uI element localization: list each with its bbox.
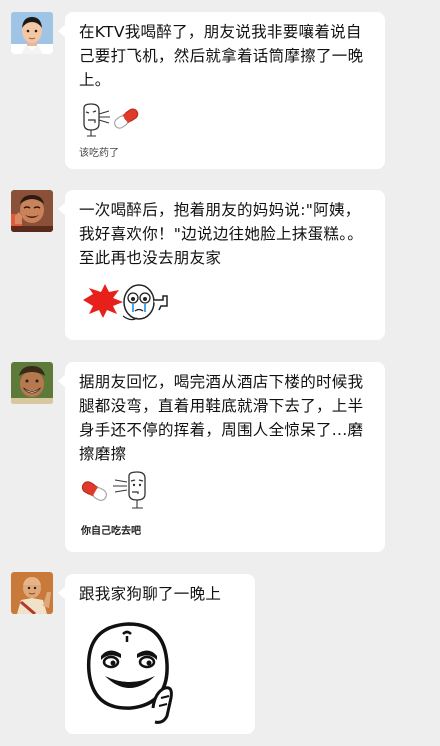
pill-with-face-sticker-icon [81, 471, 146, 509]
sticker-caption: 该吃药了 [79, 148, 119, 159]
message-text: 跟我家狗聊了一晚上 [79, 585, 222, 603]
crying-face-shot-sticker-icon [83, 284, 168, 321]
message-text: 据朋友回忆，喝完酒从酒店下楼的时候我腿都没弯，直着用鞋底就滑下去了，上半身手还不… [79, 373, 364, 463]
message-bubble: 在KTV我喝醉了，朋友说我非要嚷着说自己要打飞机，然后就拿着话筒摩擦了一晚上。 … [58, 12, 385, 169]
laughing-man-avatar-icon[interactable] [11, 190, 53, 232]
grinning-man-avatar-icon[interactable] [11, 362, 53, 404]
message-bubble: 一次喝醉后，抱着朋友的妈妈说:"阿姨，我好喜欢你！"边说边往她脸上抹蛋糕。。至此… [58, 190, 385, 340]
message-text: 在KTV我喝醉了，朋友说我非要嚷着说自己要打飞机，然后就拿着话筒摩擦了一晚上。 [79, 23, 364, 89]
boy-avatar-icon[interactable] [11, 12, 53, 54]
message-bubble: 据朋友回忆，喝完酒从酒店下楼的时候我腿都没弯，直着用鞋底就滑下去了，上半身手还不… [58, 362, 385, 552]
face-with-pill-sticker-icon [83, 103, 139, 137]
message-bubble: 跟我家狗聊了一晚上 [58, 574, 255, 734]
monk-avatar-icon[interactable] [11, 572, 53, 614]
sticker-caption: 你自己吃去吧 [81, 526, 141, 537]
grinning-face-sticker-icon [86, 622, 173, 724]
message-text: 一次喝醉后，抱着朋友的妈妈说:"阿姨，我好喜欢你！"边说边往她脸上抹蛋糕。。至此… [79, 201, 364, 267]
